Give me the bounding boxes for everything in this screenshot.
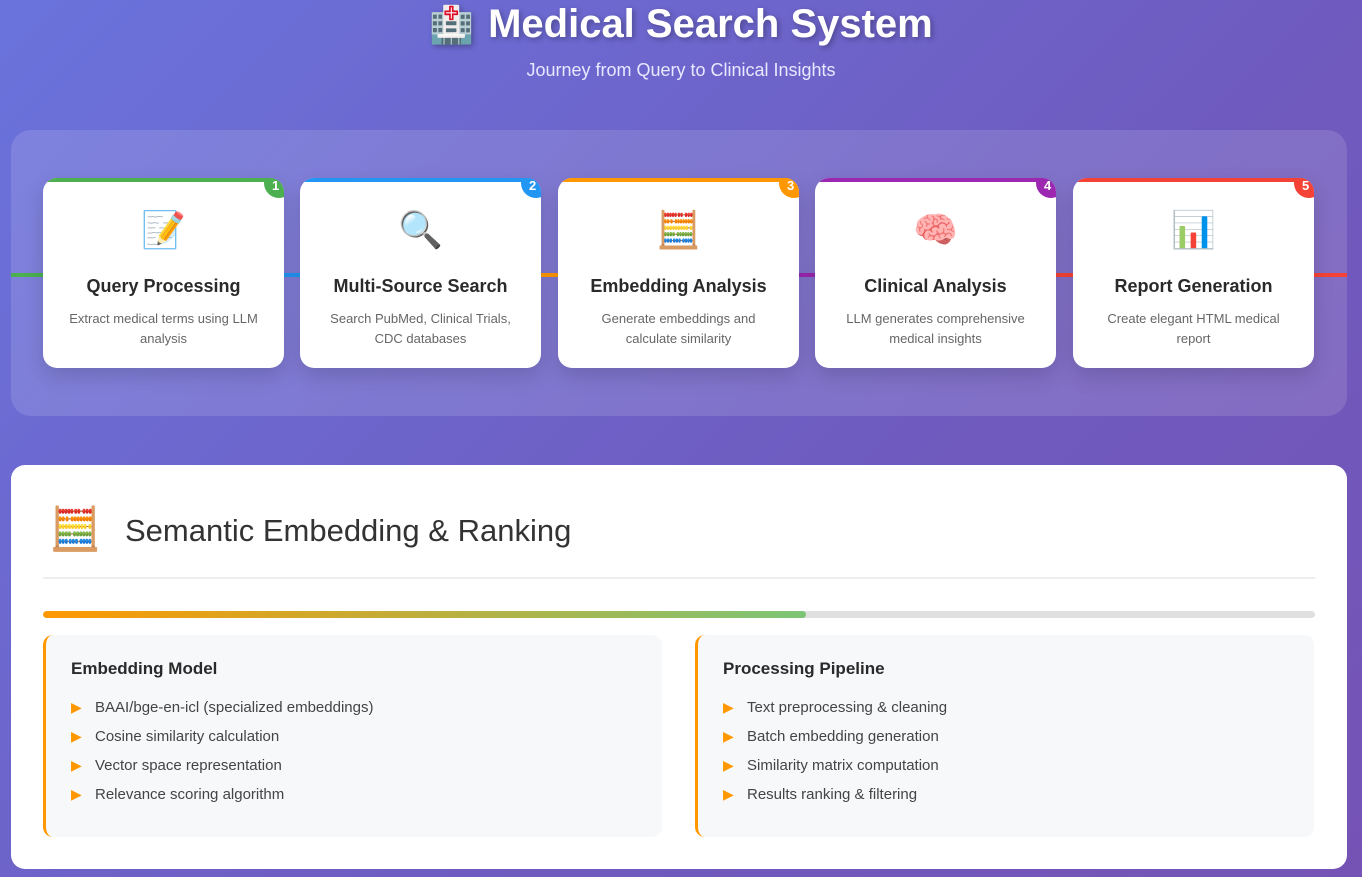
- step-number-badge: 1: [264, 178, 284, 198]
- list-item: ▶ Similarity matrix computation: [723, 751, 1314, 780]
- step-title: Embedding Analysis: [590, 276, 767, 296]
- list-item-text: Cosine similarity calculation: [95, 728, 280, 745]
- step-number-badge: 4: [1036, 178, 1056, 198]
- list-item: ▶ Text preprocessing & cleaning: [723, 693, 1314, 722]
- list-item-text: Results ranking & filtering: [747, 786, 918, 803]
- triangle-bullet-icon: ▶: [723, 786, 734, 802]
- info-box-title: Embedding Model: [71, 659, 218, 678]
- abacus-icon: 🧮: [49, 505, 102, 552]
- step-number-badge: 2: [521, 178, 541, 198]
- progress-bar: [43, 611, 1315, 618]
- list-item: ▶ Relevance scoring algorithm: [71, 780, 662, 809]
- step-description: Search PubMed, Clinical Trials, CDC data…: [330, 311, 511, 346]
- list-item: ▶ Vector space representation: [71, 751, 662, 780]
- step-description: Extract medical terms using LLM analysis: [69, 311, 258, 346]
- step-number-badge: 3: [779, 178, 799, 198]
- step-description: Generate embeddings and calculate simila…: [601, 311, 756, 346]
- triangle-bullet-icon: ▶: [71, 757, 82, 773]
- step-accent-bar: [558, 178, 799, 182]
- step-icon: 🧠: [913, 209, 958, 250]
- journey-panel: 1 📝 Query Processing Extract medical ter…: [11, 130, 1347, 416]
- section-header: 🧮 Semantic Embedding & Ranking: [43, 505, 1315, 579]
- triangle-bullet-icon: ▶: [723, 728, 734, 744]
- step-card[interactable]: 4 🧠 Clinical Analysis LLM generates comp…: [815, 178, 1056, 368]
- info-list: ▶ Text preprocessing & cleaning ▶ Batch emb…: [723, 693, 1314, 809]
- list-item-text: Vector space representation: [95, 757, 282, 774]
- title-text: Medical Search System: [488, 2, 933, 46]
- list-item-text: Relevance scoring algorithm: [95, 786, 285, 803]
- step-card[interactable]: 2 🔍 Multi-Source Search Search PubMed, C…: [300, 178, 541, 368]
- step-accent-bar: [815, 178, 1056, 182]
- info-box: Embedding Model ▶ BAAI/bge-en-icl (special…: [43, 635, 662, 837]
- step-icon: 🔍: [398, 209, 443, 250]
- page-subtitle: Journey from Query to Clinical Insights: [526, 60, 836, 80]
- info-list: ▶ BAAI/bge-en-icl (specialized embeddings…: [71, 693, 662, 809]
- list-item: ▶ Batch embedding generation: [723, 722, 1314, 751]
- info-box-title: Processing Pipeline: [723, 659, 885, 678]
- page-title: 🏥 Medical Search System: [0, 2, 1362, 47]
- list-item: ▶ Cosine similarity calculation: [71, 722, 662, 751]
- step-description: Create elegant HTML medical report: [1107, 311, 1280, 346]
- triangle-bullet-icon: ▶: [723, 757, 734, 773]
- triangle-bullet-icon: ▶: [723, 699, 734, 715]
- info-box: Processing Pipeline ▶ Text preprocessing &…: [695, 635, 1314, 837]
- step-card[interactable]: 3 🧮 Embedding Analysis Generate embeddin…: [558, 178, 799, 368]
- embedding-section: 🧮 Semantic Embedding & Ranking Embedding…: [11, 465, 1347, 869]
- step-accent-bar: [300, 178, 541, 182]
- step-title: Clinical Analysis: [864, 276, 1007, 296]
- list-item-text: Similarity matrix computation: [747, 757, 939, 774]
- list-item-text: BAAI/bge-en-icl (specialized embeddings): [95, 699, 374, 716]
- step-icon: 📝: [141, 209, 186, 250]
- triangle-bullet-icon: ▶: [71, 786, 82, 802]
- step-icon: 📊: [1171, 209, 1216, 250]
- step-description: LLM generates comprehensive medical insi…: [846, 311, 1025, 346]
- step-icon: 🧮: [656, 209, 701, 250]
- progress-fill: [43, 611, 807, 618]
- section-title: Semantic Embedding & Ranking: [125, 513, 572, 548]
- step-accent-bar: [1073, 178, 1314, 182]
- triangle-bullet-icon: ▶: [71, 728, 82, 744]
- step-card[interactable]: 5 📊 Report Generation Create elegant HTM…: [1073, 178, 1314, 368]
- step-number-badge: 5: [1294, 178, 1314, 198]
- list-item: ▶ Results ranking & filtering: [723, 780, 1314, 809]
- step-accent-bar: [43, 178, 284, 182]
- hospital-icon: 🏥: [429, 4, 475, 45]
- triangle-bullet-icon: ▶: [71, 699, 82, 715]
- step-card[interactable]: 1 📝 Query Processing Extract medical ter…: [43, 178, 284, 368]
- step-title: Query Processing: [86, 276, 241, 296]
- list-item-text: Batch embedding generation: [747, 728, 939, 745]
- list-item-text: Text preprocessing & cleaning: [747, 699, 948, 716]
- step-title: Report Generation: [1114, 276, 1273, 296]
- step-title: Multi-Source Search: [333, 276, 508, 296]
- list-item: ▶ BAAI/bge-en-icl (specialized embeddings…: [71, 693, 662, 722]
